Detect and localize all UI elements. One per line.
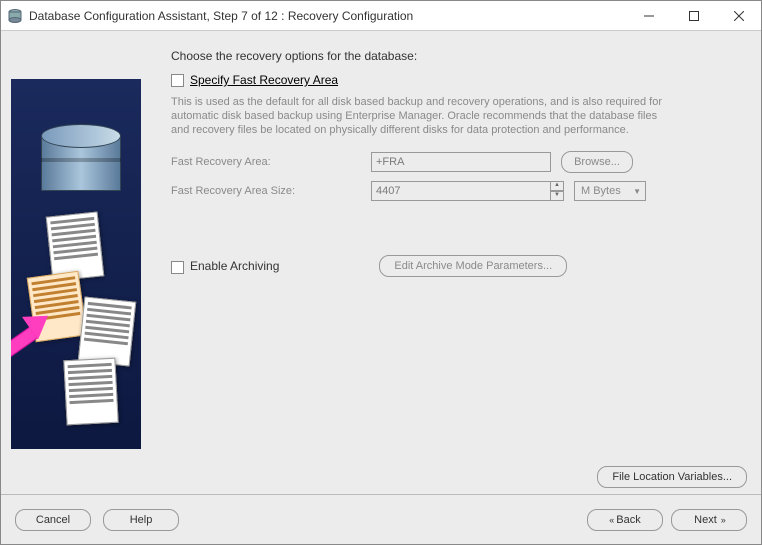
help-button[interactable]: Help xyxy=(103,509,179,531)
wizard-illustration xyxy=(11,79,141,449)
enable-archiving-checkbox[interactable] xyxy=(171,261,184,274)
size-unit-value: M Bytes xyxy=(581,185,621,197)
next-label: Next xyxy=(694,514,717,526)
window-title: Database Configuration Assistant, Step 7… xyxy=(29,9,626,23)
wizard-footer: Cancel Help « Back Next » xyxy=(1,494,761,544)
edit-archive-params-button[interactable]: Edit Archive Mode Parameters... xyxy=(379,255,567,277)
fast-recovery-size-input[interactable] xyxy=(371,181,551,201)
content-area: Choose the recovery options for the data… xyxy=(1,31,761,494)
fast-recovery-area-label: Fast Recovery Area: xyxy=(171,156,371,168)
browse-button[interactable]: Browse... xyxy=(561,151,633,173)
titlebar: Database Configuration Assistant, Step 7… xyxy=(1,1,761,31)
file-location-variables-button[interactable]: File Location Variables... xyxy=(597,466,747,488)
fast-recovery-area-input[interactable] xyxy=(371,152,551,172)
window-controls xyxy=(626,1,761,30)
chevron-down-icon: ▼ xyxy=(633,187,641,196)
back-button[interactable]: « Back xyxy=(587,509,663,531)
size-spinner-down[interactable]: ▼ xyxy=(550,191,564,201)
chevron-left-icon: « xyxy=(609,515,612,525)
next-button[interactable]: Next » xyxy=(671,509,747,531)
recovery-description: This is used as the default for all disk… xyxy=(171,95,671,137)
specify-fast-recovery-label: Specify Fast Recovery Area xyxy=(190,73,338,87)
page-heading: Choose the recovery options for the data… xyxy=(171,49,739,63)
fast-recovery-size-label: Fast Recovery Area Size: xyxy=(171,185,371,197)
size-spinner-up[interactable]: ▲ xyxy=(550,181,564,191)
chevron-right-icon: » xyxy=(721,515,724,525)
specify-fast-recovery-checkbox[interactable] xyxy=(171,74,184,87)
enable-archiving-label: Enable Archiving xyxy=(190,259,279,273)
minimize-button[interactable] xyxy=(626,1,671,30)
app-icon xyxy=(7,8,23,24)
close-button[interactable] xyxy=(716,1,761,30)
main-panel: Choose the recovery options for the data… xyxy=(141,39,751,494)
maximize-button[interactable] xyxy=(671,1,716,30)
cancel-button[interactable]: Cancel xyxy=(15,509,91,531)
back-label: Back xyxy=(616,514,640,526)
size-unit-select[interactable]: M Bytes ▼ xyxy=(574,181,646,201)
